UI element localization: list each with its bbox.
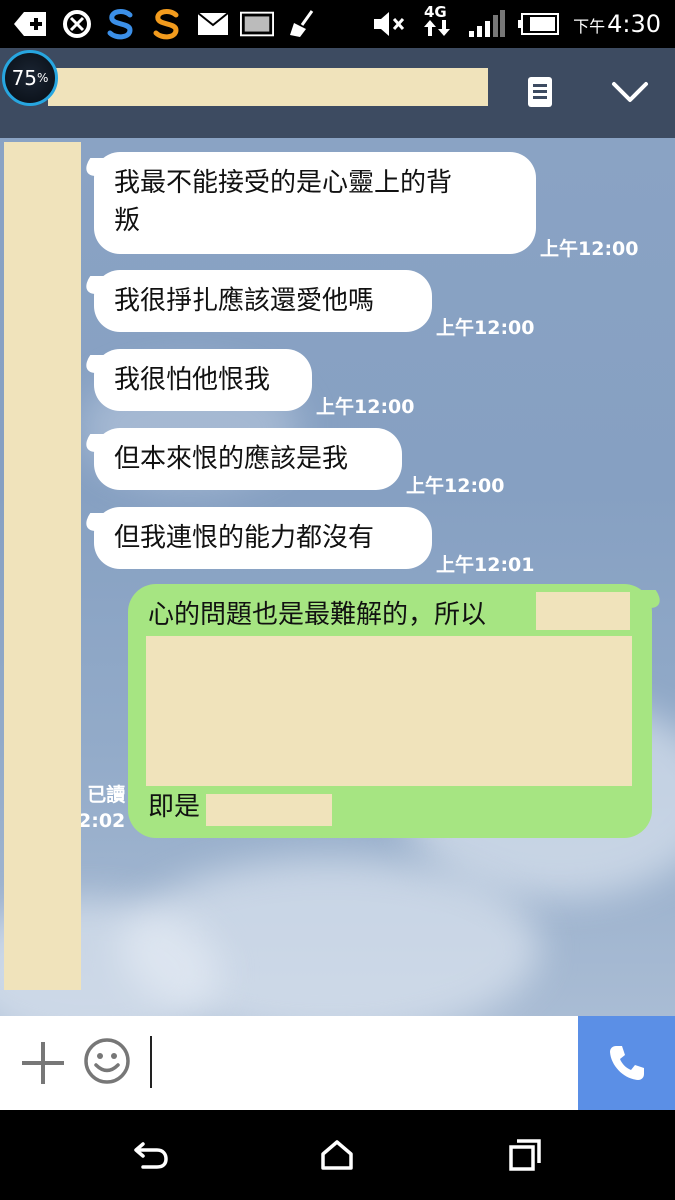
- status-bar: 4G 下午4:30: [0, 0, 675, 48]
- recents-icon[interactable]: [502, 1132, 548, 1178]
- home-icon[interactable]: [314, 1132, 360, 1178]
- message-bubble-incoming[interactable]: 但我連恨的能力都沒有: [94, 507, 432, 569]
- smiley-icon[interactable]: [82, 1036, 132, 1086]
- phone-icon[interactable]: [578, 1016, 675, 1110]
- read-receipt: 已讀 2:02: [78, 784, 126, 832]
- mute-icon: [372, 8, 406, 40]
- signal-icon: [466, 8, 506, 40]
- broom-icon: [286, 8, 320, 40]
- redacted-text: [536, 592, 630, 630]
- message-text: 但本來恨的應該是我: [114, 444, 349, 474]
- plus-icon[interactable]: [20, 1040, 66, 1086]
- clock: 下午4:30: [573, 10, 661, 38]
- back-icon[interactable]: [128, 1132, 174, 1178]
- message-text: 我最不能接受的是心靈上的背: [114, 168, 453, 198]
- message-text: 心的問題也是最難解的，所以: [148, 600, 487, 630]
- message-text: 即是: [148, 792, 201, 822]
- message-timestamp: 上午12:01: [436, 554, 535, 576]
- app-s-blue-icon: [104, 8, 138, 40]
- message-text: 叛: [114, 206, 141, 236]
- mail-icon: [196, 8, 230, 40]
- message-bubble-incoming[interactable]: 但本來恨的應該是我: [94, 428, 402, 490]
- text-input-caret[interactable]: [150, 1036, 152, 1088]
- message-text: 我很怕他恨我: [114, 365, 271, 395]
- message-text: 我很掙扎應該還愛他嗎: [114, 286, 375, 316]
- message-bubble-incoming[interactable]: 我很怕他恨我: [94, 349, 312, 411]
- sync-icon: [60, 8, 94, 40]
- message-timestamp: 上午12:00: [316, 396, 415, 418]
- chat-area[interactable]: 我最不能接受的是心靈上的背 叛 上午12:00 我很掙扎應該還愛他嗎 上午12:…: [0, 138, 675, 1016]
- message-timestamp: 上午12:00: [406, 475, 505, 497]
- battery-icon: [514, 8, 562, 40]
- chevron-down-icon[interactable]: [608, 70, 652, 114]
- add-icon: [14, 8, 48, 40]
- notes-icon[interactable]: [518, 70, 562, 114]
- image-icon: [240, 8, 274, 40]
- redacted-text: [146, 636, 632, 786]
- app-s-orange-icon: [150, 8, 184, 40]
- message-input-bar: [0, 1016, 675, 1110]
- sender-avatar-redacted: [4, 142, 81, 990]
- redacted-text: [206, 794, 332, 826]
- battery-overlay-badge[interactable]: 75%: [2, 50, 58, 106]
- chat-title-redacted: [48, 68, 488, 106]
- network-4g-icon: 4G: [424, 4, 450, 40]
- message-timestamp: 上午12:00: [436, 317, 535, 339]
- message-bubble-incoming[interactable]: 我最不能接受的是心靈上的背 叛: [94, 152, 536, 254]
- message-timestamp: 上午12:00: [540, 238, 639, 260]
- system-nav-bar: [0, 1110, 675, 1200]
- message-bubble-incoming[interactable]: 我很掙扎應該還愛他嗎: [94, 270, 432, 332]
- message-text: 但我連恨的能力都沒有: [114, 523, 375, 553]
